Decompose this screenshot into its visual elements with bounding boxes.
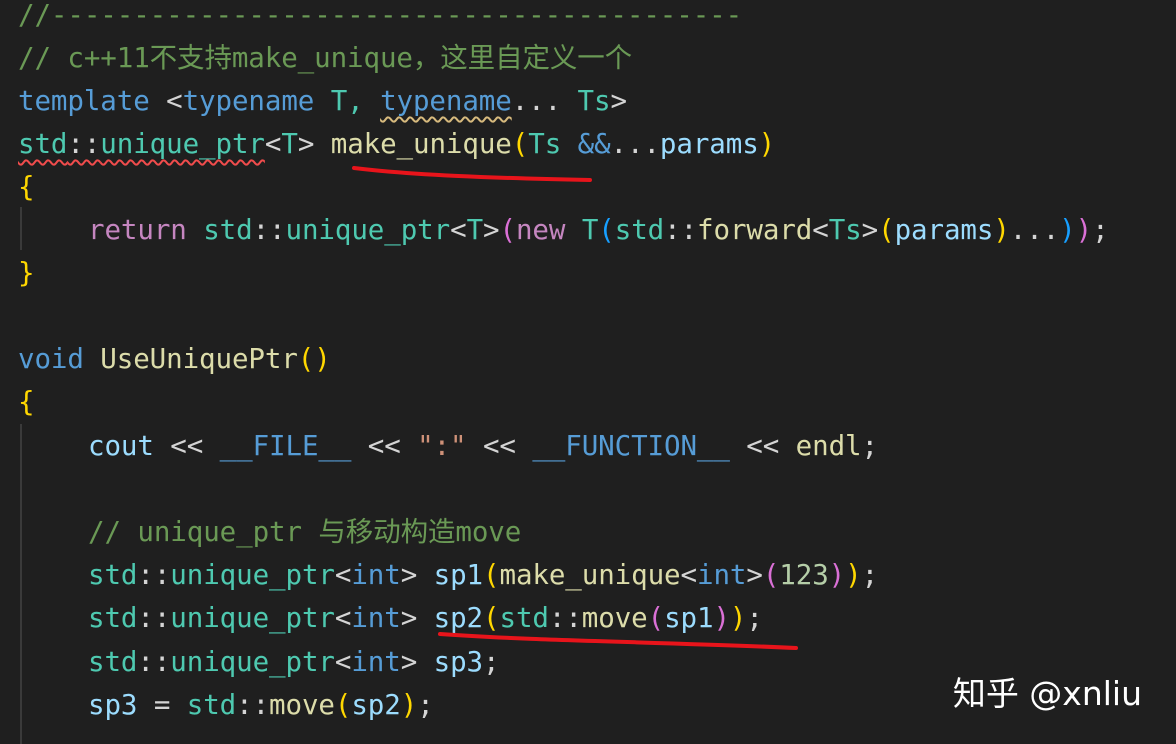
code-line-sp2[interactable]: std::unique_ptr<int> sp2(std::move(sp1))… <box>88 597 763 640</box>
code-line-sp3[interactable]: std::unique_ptr<int> sp3; <box>88 641 500 684</box>
function-name: UseUniquePtr <box>100 343 298 375</box>
code-line-comment[interactable]: // unique_ptr 与移动构造move <box>88 511 521 554</box>
code-line-function-decl[interactable]: void UseUniquePtr() <box>18 338 331 381</box>
warning-squiggle: typename <box>380 85 512 117</box>
code-line-open-brace[interactable]: { <box>18 381 35 424</box>
error-squiggle: std::unique_ptr <box>18 128 265 160</box>
code-line-open-brace[interactable]: { <box>18 166 35 209</box>
indent-guide <box>20 207 22 250</box>
code-line-cout[interactable]: cout << __FILE__ << ":" << __FUNCTION__ … <box>88 425 878 468</box>
watermark: 知乎 @xnliu <box>952 674 1142 713</box>
keyword-token: template <box>18 85 150 117</box>
code-line-make-unique-signature[interactable]: std::unique_ptr<T> make_unique(Ts &&...p… <box>18 123 775 166</box>
code-line-sp3-assign[interactable]: sp3 = std::move(sp2); <box>88 684 434 727</box>
code-line-template[interactable]: template <typename T, typename... Ts> <box>18 80 627 123</box>
code-line-sp1[interactable]: std::unique_ptr<int> sp1(make_unique<int… <box>88 554 878 597</box>
indent-guide <box>20 424 22 744</box>
keyword-token: typename <box>182 85 315 117</box>
code-line-return[interactable]: return std::unique_ptr<T>(new T(std::for… <box>88 209 1109 252</box>
code-line-comment[interactable]: // c++11不支持make_unique，这里自定义一个 <box>18 37 632 80</box>
code-line-comment-separator[interactable]: //--------------------------------------… <box>18 0 742 37</box>
code-line-close-brace[interactable]: } <box>18 252 35 295</box>
function-name: make_unique <box>330 128 512 160</box>
code-editor[interactable]: //--------------------------------------… <box>0 0 1176 744</box>
